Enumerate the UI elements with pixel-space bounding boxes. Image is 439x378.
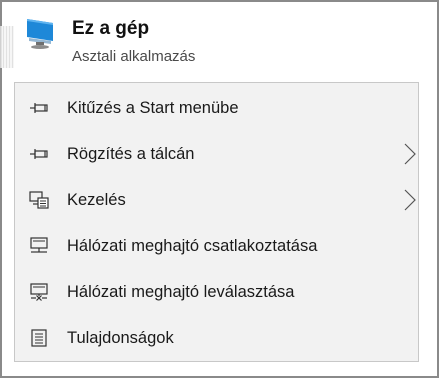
computer-monitor-icon	[27, 19, 53, 49]
menu-item-properties[interactable]: Tulajdonságok	[15, 319, 418, 357]
background-window-edge	[0, 26, 14, 68]
pin-icon	[29, 98, 49, 118]
menu-item-pin-to-taskbar[interactable]: Rögzítés a tálcán	[15, 135, 418, 173]
context-menu: Kitűzés a Start menübe Rögzítés a tálcán	[14, 82, 419, 362]
screenshot: Ez a gép Asztali alkalmazás Kitűzés a St…	[0, 0, 439, 378]
map-network-drive-icon	[29, 236, 49, 256]
properties-icon	[29, 328, 49, 348]
menu-item-label: Kitűzés a Start menübe	[67, 98, 239, 117]
disconnect-network-drive-icon	[29, 282, 49, 302]
menu-item-label: Tulajdonságok	[67, 328, 174, 347]
chevron-right-icon	[404, 143, 416, 165]
pin-icon	[29, 144, 49, 164]
computer-management-icon	[29, 190, 49, 210]
menu-item-manage[interactable]: Kezelés	[15, 181, 418, 219]
menu-item-label: Hálózati meghajtó leválasztása	[67, 282, 295, 301]
menu-item-pin-to-start[interactable]: Kitűzés a Start menübe	[15, 89, 418, 127]
menu-item-disconnect-network-drive[interactable]: Hálózati meghajtó leválasztása	[15, 273, 418, 311]
menu-item-map-network-drive[interactable]: Hálózati meghajtó csatlakoztatása	[15, 227, 418, 265]
app-subtitle: Asztali alkalmazás	[72, 48, 196, 65]
chevron-right-icon	[404, 189, 416, 211]
app-header[interactable]: Ez a gép Asztali alkalmazás	[24, 8, 404, 70]
menu-item-label: Kezelés	[67, 190, 126, 209]
app-title: Ez a gép	[72, 18, 150, 39]
menu-item-label: Rögzítés a tálcán	[67, 144, 195, 163]
menu-item-label: Hálózati meghajtó csatlakoztatása	[67, 236, 318, 255]
